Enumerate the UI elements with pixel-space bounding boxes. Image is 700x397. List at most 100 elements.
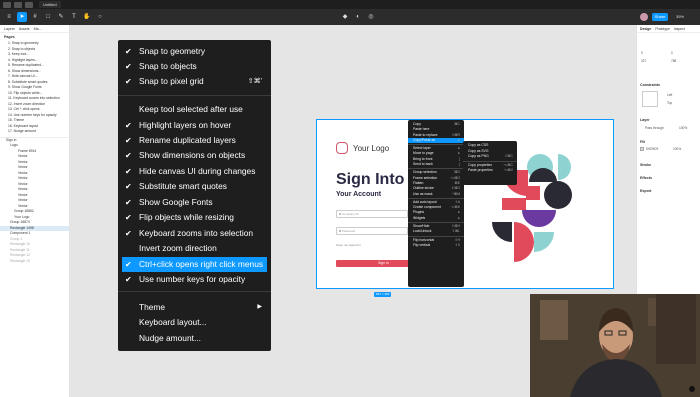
share-button[interactable]: Share	[652, 13, 668, 21]
preferences-menu-item[interactable]: ✔ Show dimensions on objects	[118, 148, 271, 163]
menu-item-label: Snap to geometry	[139, 46, 206, 56]
menu-item-label: Copy	[413, 122, 421, 126]
menu-item-label: Move to page	[413, 151, 434, 156]
constraint-vertical[interactable]: Top	[667, 101, 672, 105]
preferences-menu-item[interactable]: ✔ Substitute smart quotes	[118, 179, 271, 194]
tab-assets[interactable]: Assets	[19, 27, 30, 31]
layer-blend-mode[interactable]: Pass through	[645, 126, 664, 130]
context-menu-item[interactable]: Copy as PNG ⇧⌘C	[463, 154, 517, 160]
component-icon[interactable]: ◆	[340, 12, 350, 22]
context-menu-item[interactable]: Flip vertical ⇧V	[408, 243, 464, 248]
preferences-menu-item[interactable]: Nudge amount...	[118, 331, 271, 346]
context-menu-item[interactable]: Use as mask ^⌘M	[408, 192, 464, 197]
checkmark-icon: ✔	[125, 151, 132, 160]
checkmark-icon: ✔	[125, 77, 132, 86]
page-item[interactable]: 11. Keyboard zooms into selection	[0, 96, 69, 102]
menu-item-label: Paste to replace	[413, 132, 438, 137]
menu-item-label: Bring to front	[413, 156, 433, 161]
layer-opacity[interactable]: 100%	[679, 126, 687, 130]
menu-item-label: Group selection	[413, 170, 437, 175]
boolean-icon[interactable]: ◎	[366, 12, 376, 22]
password-field[interactable]: Password	[336, 227, 408, 235]
drafts-icon[interactable]	[25, 1, 33, 8]
menu-item-label: Show dimensions on objects	[139, 150, 246, 160]
menu-item-label: Paste properties	[468, 168, 493, 173]
fill-hex[interactable]: D9D9D9	[646, 147, 658, 151]
menu-item-label: Flip vertical	[413, 242, 431, 247]
webcam-overlay	[530, 294, 700, 397]
figma-window: Untitled ≡ ➤ # □ ✎ T ✋ ○ ◆ ◐ ◎ Share 39%…	[0, 0, 700, 397]
preferences-menu-item[interactable]: Invert zoom direction	[118, 241, 271, 256]
menu-item-label: Hide canvas UI during changes	[139, 166, 256, 176]
file-tab[interactable]: Untitled	[39, 1, 61, 8]
context-menu-item[interactable]: Lock/Unlock ⇧⌘L	[408, 229, 464, 234]
checkmark-icon: ✔	[125, 167, 132, 176]
pen-tool-icon[interactable]: ✎	[56, 12, 66, 22]
hand-tool-icon[interactable]: ✋	[82, 12, 92, 22]
x-value[interactable]: 0	[641, 51, 643, 55]
menu-item-label: Ctrl+click opens right click menus	[139, 259, 264, 269]
menu-item-shortcut: ⇧⌘C	[504, 154, 513, 159]
chevron-right-icon: ▶	[257, 304, 262, 310]
preferences-menu-item[interactable]: ✔ Keyboard zooms into selection	[118, 226, 271, 241]
keep-signed-in-label: Keep me signed in	[336, 243, 361, 247]
zoom-level[interactable]: 39%	[676, 14, 684, 19]
preferences-menu-item[interactable]: ✔ Use number keys for opacity	[118, 272, 271, 287]
preferences-menu-item[interactable]: Theme ▶	[118, 300, 271, 315]
preferences-menu-item[interactable]: ✔ Rename duplicated layers	[118, 133, 271, 148]
constraints-widget[interactable]	[642, 91, 658, 107]
menu-item-shortcut: ^⌘M	[452, 191, 460, 196]
frame-tool-icon[interactable]: #	[30, 12, 40, 22]
right-panel-tabs: Design Prototype Inspect	[637, 25, 700, 33]
preferences-menu-item[interactable]: ✔ Snap to geometry	[118, 44, 271, 59]
context-menu-item[interactable]: Widgets ▸	[408, 216, 464, 221]
menu-item-label: Lock/Unlock	[413, 229, 432, 234]
move-tool-icon[interactable]: ➤	[17, 12, 27, 22]
checkmark-icon: ✔	[125, 136, 132, 145]
tab-layers[interactable]: Layers	[4, 27, 15, 31]
figma-menu-icon[interactable]	[3, 1, 11, 8]
checkmark-icon: ✔	[125, 121, 132, 130]
w-value[interactable]: 327	[641, 59, 646, 63]
context-menu-item[interactable]: Send to back [	[408, 162, 464, 167]
checkmark-icon: ✔	[125, 260, 132, 269]
art-teal-half	[558, 154, 571, 180]
art-red-small	[526, 186, 540, 200]
layer-item[interactable]: Rectangle 13	[0, 259, 69, 265]
art-dark-circle	[544, 181, 572, 209]
fill-opacity[interactable]: 100%	[673, 147, 681, 151]
fill-swatch[interactable]	[640, 147, 644, 151]
comment-tool-icon[interactable]: ○	[95, 12, 105, 22]
checkmark-icon: ✔	[125, 229, 132, 238]
tab-design[interactable]: Design	[640, 27, 651, 31]
shape-tool-icon[interactable]: □	[43, 12, 53, 22]
h-value[interactable]: 788	[671, 59, 676, 63]
preferences-menu-item[interactable]: Keep tool selected after use	[118, 102, 271, 117]
preferences-menu-item[interactable]: ✔ Snap to objects	[118, 59, 271, 74]
context-menu-item[interactable]: Paste properties ⌥⌘V	[463, 168, 517, 174]
constraint-horizontal[interactable]: Left	[667, 93, 672, 97]
home-icon[interactable]	[14, 1, 22, 8]
art-red-half	[514, 222, 534, 262]
menu-item-label: Copy as PNG	[468, 154, 489, 159]
company-id-field[interactable]: Company ID	[336, 210, 408, 218]
tab-inspect[interactable]: Inspect	[674, 27, 685, 31]
tab-main[interactable]: Ma...	[34, 27, 42, 31]
preferences-menu-item[interactable]: ✔ Show Google Fonts	[118, 195, 271, 210]
y-value[interactable]: 0	[671, 51, 673, 55]
main-menu-icon[interactable]: ≡	[4, 12, 14, 22]
text-tool-icon[interactable]: T	[69, 12, 79, 22]
preferences-menu-item[interactable]: ✔ Hide canvas UI during changes	[118, 164, 271, 179]
preferences-menu-item[interactable]: ✔ Snap to pixel grid ⇧⌘'	[118, 74, 271, 89]
preferences-menu-item[interactable]: ✔ Ctrl+click opens right click menus	[122, 257, 267, 272]
preferences-menu-item[interactable]: ✔ Highlight layers on hover	[118, 118, 271, 133]
mask-icon[interactable]: ◐	[353, 12, 363, 22]
menu-divider	[408, 144, 464, 146]
preferences-menu-item[interactable]: ✔ Flip objects while resizing	[118, 210, 271, 225]
tab-prototype[interactable]: Prototype	[655, 27, 670, 31]
context-menu-item[interactable]: Copy/Paste as ▸	[408, 137, 464, 144]
avatar[interactable]	[640, 13, 648, 21]
preferences-menu-item[interactable]: Keyboard layout...	[118, 315, 271, 330]
menu-item-label: Show/Hide	[413, 224, 430, 229]
menu-item-shortcut: [	[459, 162, 460, 167]
